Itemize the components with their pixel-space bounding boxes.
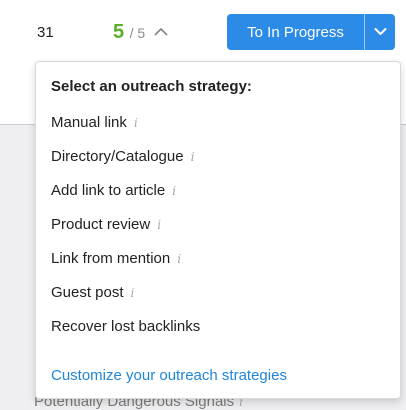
outreach-strategy-menu: Select an outreach strategy: Manual link… [35, 61, 401, 399]
menu-item-recover-lost-backlinks[interactable]: Recover lost backlinks [36, 309, 400, 343]
status-dropdown-toggle[interactable] [365, 14, 395, 50]
menu-items: Manual link i Directory/Catalogue i Add … [36, 105, 400, 343]
score-indicator[interactable]: 5 / 5 [113, 21, 168, 45]
info-icon[interactable]: i [177, 252, 181, 266]
menu-item-label: Recover lost backlinks [51, 317, 201, 335]
count-value: 31 [37, 24, 54, 41]
score-total: / 5 [129, 25, 146, 41]
score-value: 5 [113, 21, 125, 43]
menu-item-label: Link from mention [51, 249, 171, 267]
info-icon[interactable]: i [157, 218, 161, 232]
menu-item-label: Manual link [51, 113, 127, 131]
info-icon[interactable]: i [172, 184, 176, 198]
menu-item-guest-post[interactable]: Guest post i [36, 275, 400, 309]
menu-item-add-link-to-article[interactable]: Add link to article i [36, 173, 400, 207]
to-in-progress-button[interactable]: To In Progress [227, 14, 364, 50]
menu-item-label: Product review [51, 215, 151, 233]
menu-title: Select an outreach strategy: [51, 78, 252, 95]
menu-item-directory-catalogue[interactable]: Directory/Catalogue i [36, 139, 400, 173]
info-icon[interactable]: i [191, 150, 195, 164]
top-bar: 31 5 / 5 To In Progress [0, 0, 406, 64]
info-icon[interactable]: i [134, 116, 138, 130]
chevron-down-icon [374, 23, 387, 41]
chevron-up-icon[interactable] [154, 21, 168, 43]
customize-strategies-link[interactable]: Customize your outreach strategies [51, 367, 287, 385]
menu-item-label: Directory/Catalogue [51, 147, 184, 165]
menu-item-link-from-mention[interactable]: Link from mention i [36, 241, 400, 275]
page: Potentially Dangerous Signals i 31 5 / 5 … [0, 0, 406, 410]
menu-item-product-review[interactable]: Product review i [36, 207, 400, 241]
menu-item-manual-link[interactable]: Manual link i [36, 105, 400, 139]
menu-item-label: Guest post [51, 283, 124, 301]
status-button-group: To In Progress [227, 14, 395, 50]
info-icon[interactable]: i [131, 286, 135, 300]
menu-item-label: Add link to article [51, 181, 166, 199]
